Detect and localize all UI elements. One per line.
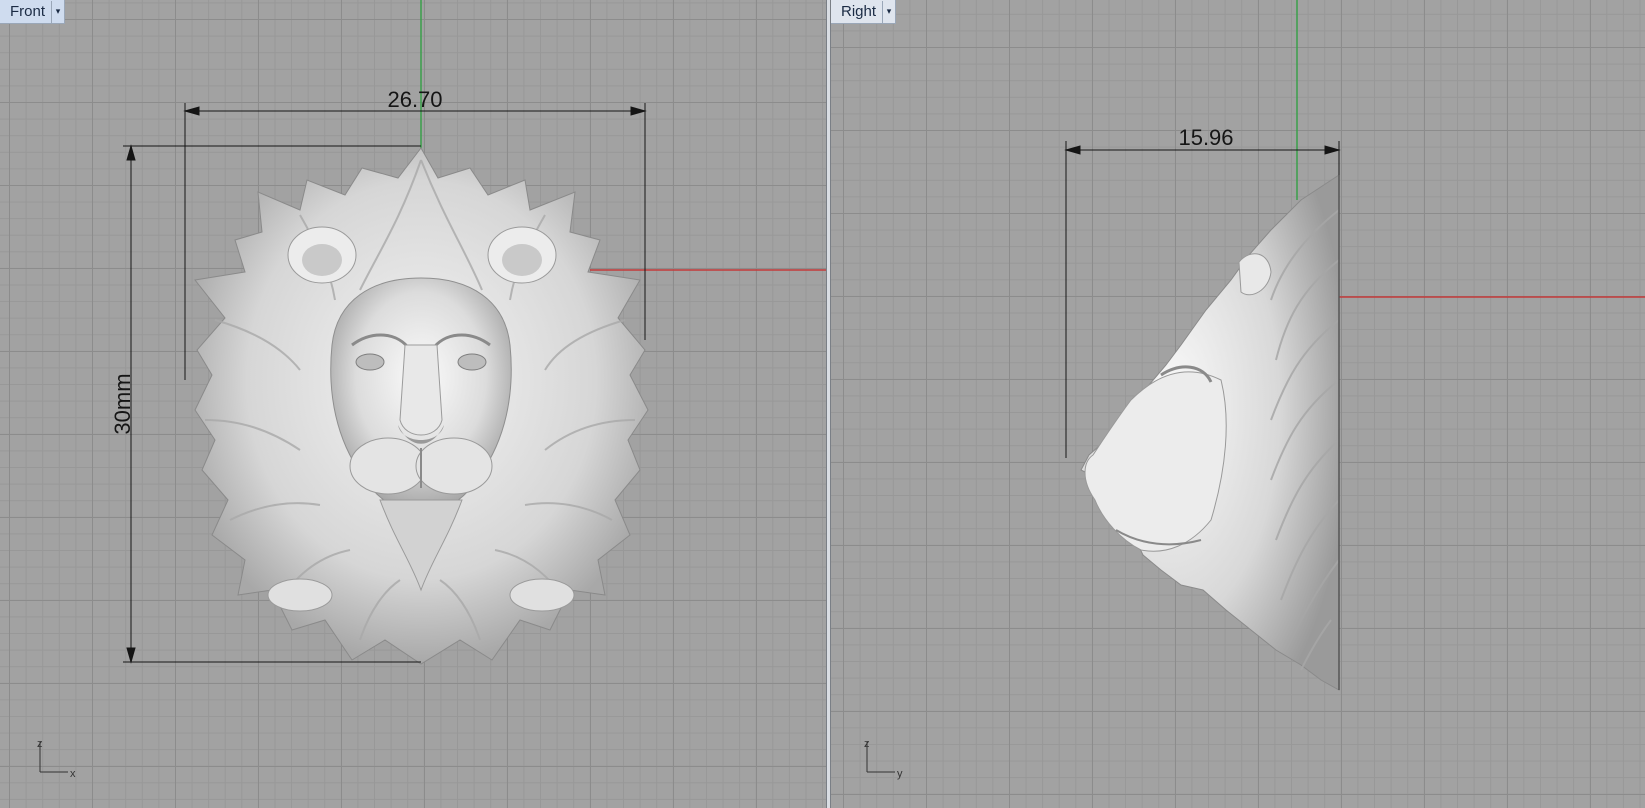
axis-indicator [866,742,895,773]
width-dimension-label: 26.70 [387,87,442,112]
height-dimension-label: 30mm [110,373,135,434]
right-scene[interactable]: 15.96 z y [831,0,1645,808]
caret-down-icon[interactable]: ▾ [51,0,64,23]
depth-dimension-label: 15.96 [1178,125,1233,150]
lion-head-profile-model[interactable] [1080,174,1340,691]
axis-z-label: z [864,738,870,750]
caret-down-icon[interactable]: ▾ [882,0,895,23]
front-scene[interactable]: 26.70 30mm z x [0,0,826,808]
viewport-title-right[interactable]: Right ▾ [831,0,897,24]
axis-indicator [39,742,68,773]
axis-y-label: y [897,768,903,780]
viewport-title-front[interactable]: Front ▾ [0,0,66,24]
viewport-right[interactable]: 15.96 z y Right ▾ [831,0,1645,808]
axis-x-label: x [70,768,76,780]
viewport-title-label: Right [841,3,877,20]
lion-head-front-model[interactable] [194,147,649,665]
viewport-title-label: Front [10,3,46,20]
viewport-front[interactable]: 26.70 30mm z x Front ▾ [0,0,826,808]
axis-z-label: z [37,738,43,750]
